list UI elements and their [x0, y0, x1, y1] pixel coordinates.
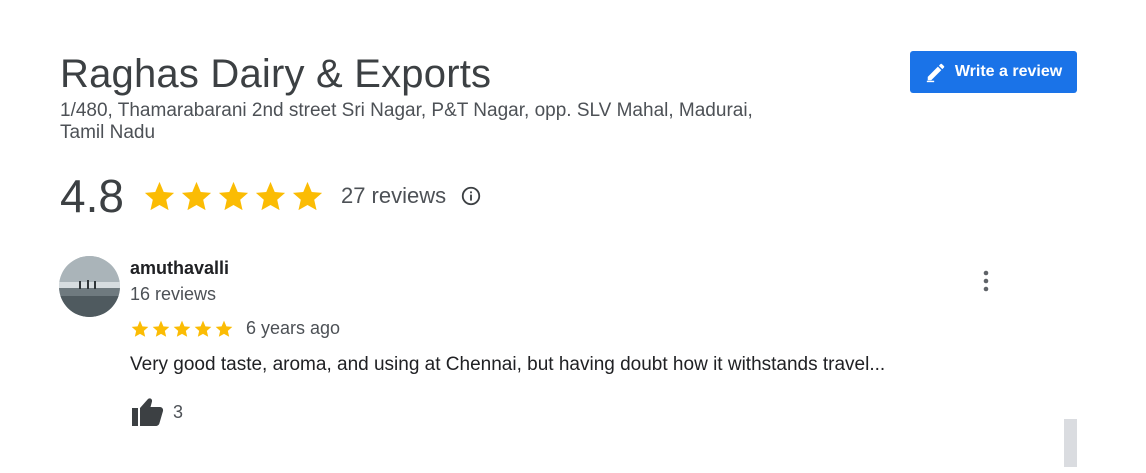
- reviewer-name[interactable]: amuthavalli: [130, 258, 229, 279]
- review-text: Very good taste, aroma, and using at Che…: [130, 354, 886, 375]
- avatar[interactable]: [59, 256, 120, 317]
- star-icon: [194, 320, 212, 337]
- more-vert-icon[interactable]: [974, 268, 998, 294]
- business-address: 1/480, Thamarabarani 2nd street Sri Naga…: [60, 100, 753, 143]
- review-count-link[interactable]: 27 reviews: [341, 183, 446, 209]
- thumbs-up-icon: [132, 398, 164, 426]
- star-icon: [218, 181, 249, 210]
- like-count: 3: [173, 401, 184, 422]
- star-icon: [215, 320, 233, 337]
- rating-stars: [142, 179, 325, 214]
- rating-summary: 4.8 27 reviews: [60, 168, 482, 224]
- star-icon: [292, 181, 323, 210]
- info-icon[interactable]: [460, 185, 482, 207]
- write-review-label: Write a review: [954, 63, 1063, 80]
- rating-value: 4.8: [60, 170, 124, 222]
- star-icon: [255, 181, 286, 210]
- review-stars: [130, 319, 234, 339]
- review-age: 6 years ago: [246, 318, 341, 338]
- business-name: Raghas Dairy & Exports: [60, 52, 492, 96]
- like-button[interactable]: 3: [130, 396, 183, 428]
- star-icon: [131, 320, 149, 337]
- scrollbar-thumb[interactable]: [1064, 419, 1077, 467]
- reviewer-review-count: 16 reviews: [130, 284, 217, 304]
- write-review-button[interactable]: Write a review: [910, 51, 1077, 93]
- pencil-icon: [926, 63, 945, 83]
- star-icon: [181, 181, 212, 210]
- star-icon: [173, 320, 191, 337]
- review-meta: 6 years ago: [130, 318, 340, 339]
- reviews-panel: Raghas Dairy & Exports 1/480, Thamarabar…: [0, 0, 1146, 473]
- star-icon: [152, 320, 170, 337]
- star-icon: [144, 181, 175, 210]
